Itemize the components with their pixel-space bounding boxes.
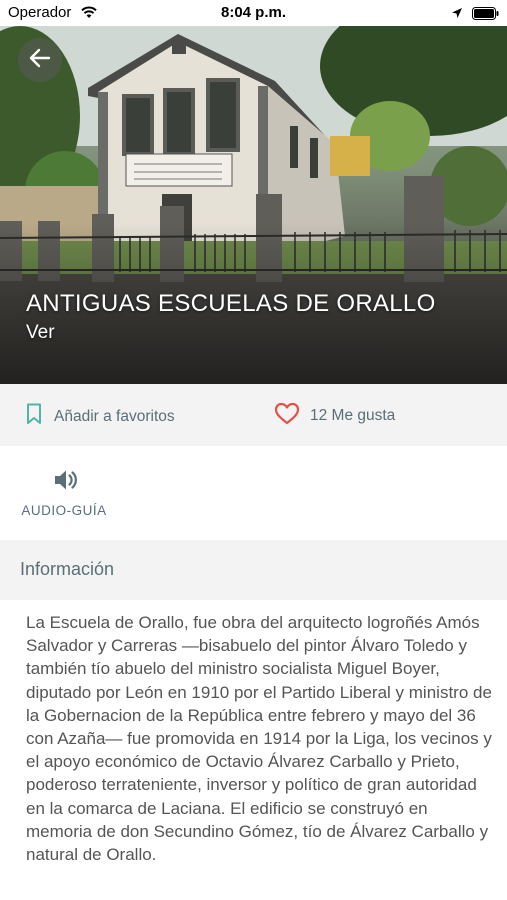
audio-section: AUDIO-GUÍA — [0, 446, 507, 540]
view-link[interactable]: Ver — [26, 322, 55, 344]
info-header-title: Información — [20, 559, 115, 579]
speaker-icon — [53, 470, 79, 495]
info-section-header: Información — [0, 540, 507, 600]
hero-gradient — [0, 26, 507, 384]
status-bar: Operador 8:04 p.m. — [0, 0, 507, 26]
place-title: ANTIGUAS ESCUELAS DE ORALLO — [26, 290, 436, 317]
bookmark-icon — [26, 403, 42, 430]
audio-guide-button[interactable]: AUDIO-GUÍA — [20, 468, 112, 518]
arrow-left-icon — [29, 47, 51, 74]
add-favorite-label: Añadir a favoritos — [54, 407, 175, 425]
heart-icon — [274, 402, 300, 430]
actions-bar: Añadir a favoritos 12 Me gusta — [0, 384, 507, 446]
likes-count-label: 12 Me gusta — [310, 407, 396, 424]
info-description: La Escuela de Orallo, fue obra del arqui… — [26, 613, 492, 865]
status-time: 8:04 p.m. — [220, 4, 287, 21]
location-arrow-icon — [451, 6, 463, 23]
audio-guide-label: AUDIO-GUÍA — [21, 503, 107, 518]
add-favorite-button[interactable]: Añadir a favoritos — [26, 403, 175, 430]
hero-image: ANTIGUAS ESCUELAS DE ORALLO Ver — [0, 26, 507, 384]
back-button[interactable] — [18, 38, 62, 82]
battery-icon — [472, 7, 499, 24]
like-button[interactable]: 12 Me gusta — [274, 402, 395, 430]
